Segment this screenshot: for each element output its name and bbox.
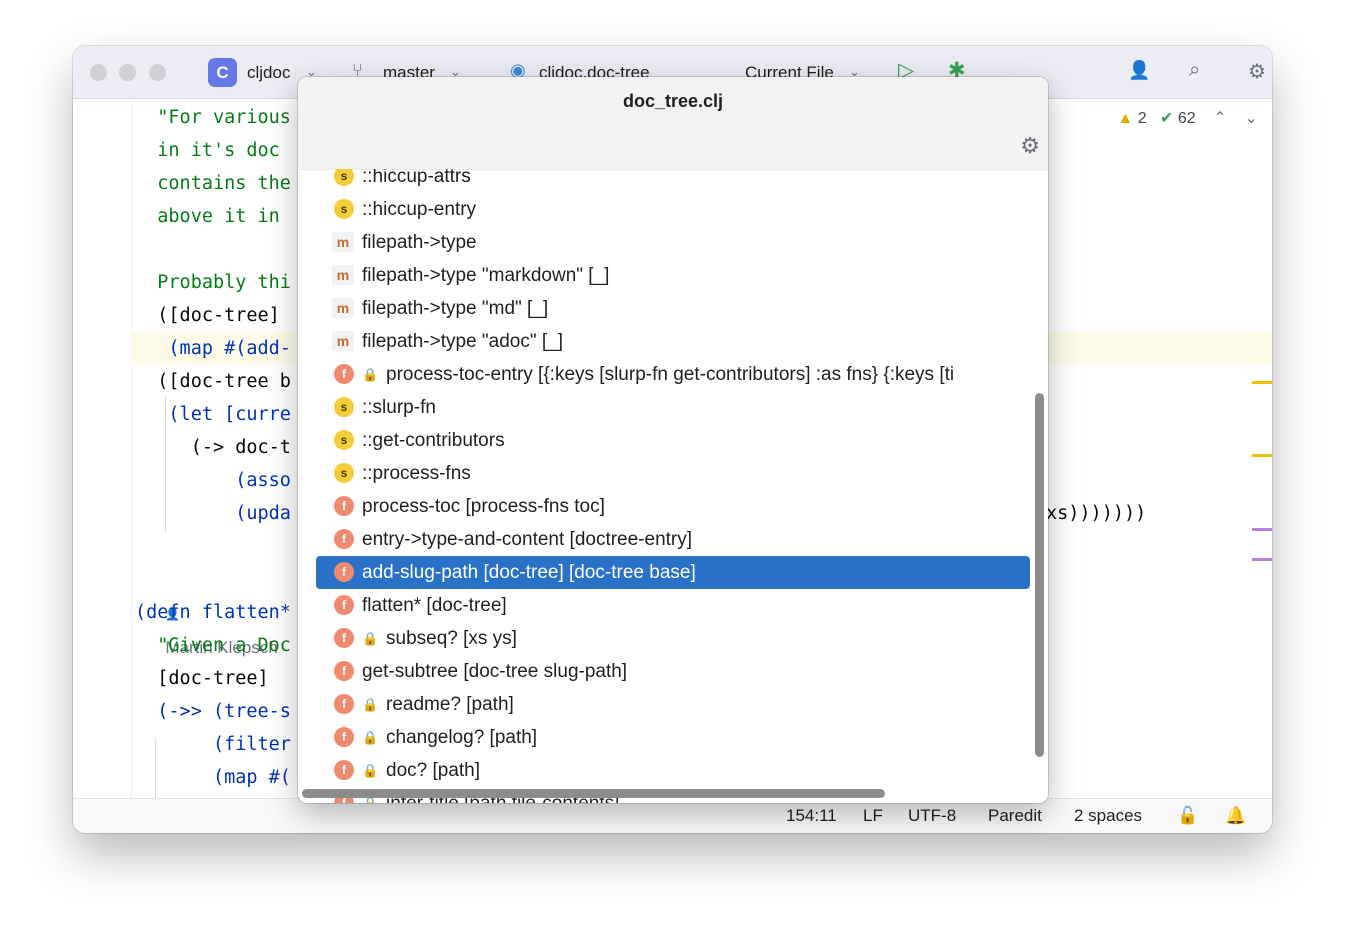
structure-item[interactable]: f entry->type-and-content [doctree-entry] (316, 523, 1030, 556)
structure-item-label: add-slug-path [doc-tree] [doc-tree base] (362, 562, 696, 583)
structure-item[interactable]: f 🔒 readme? [path] (316, 688, 1030, 721)
file-encoding[interactable]: UTF-8 (908, 806, 956, 826)
function-icon: f (334, 364, 354, 384)
function-icon: f (334, 595, 354, 615)
structure-item-label: doc? [path] (386, 760, 481, 781)
multimethod-icon: m (332, 298, 354, 318)
structure-item[interactable]: f 🔒 process-toc-entry [{:keys [slurp-fn ge… (316, 358, 1030, 391)
check-count: 62 (1177, 110, 1196, 127)
spec-icon: s (334, 397, 354, 417)
structure-item-label: ::process-fns (362, 463, 471, 484)
info-marker[interactable] (1252, 528, 1272, 531)
settings-icon[interactable]: ⚙ (1248, 59, 1266, 84)
function-icon: f (334, 760, 354, 780)
spec-icon: s (334, 169, 354, 186)
structure-item-label: ::hiccup-attrs (362, 169, 471, 187)
structure-item-label: get-subtree [doc-tree slug-path] (362, 661, 628, 682)
structure-item[interactable]: s::hiccup-attrs (316, 169, 1030, 193)
multimethod-icon: m (332, 265, 354, 285)
structure-item[interactable]: f 🔒 changelog? [path] (316, 721, 1030, 754)
function-icon: f (334, 562, 354, 582)
structure-item-label: filepath->type "md" [_] (362, 298, 549, 319)
lock-icon[interactable]: 🔓 (1177, 806, 1198, 826)
search-icon[interactable]: ⌕ (1189, 59, 1200, 82)
close-window-button[interactable] (90, 64, 107, 81)
multimethod-icon: m (332, 232, 354, 252)
add-user-icon[interactable]: 👤 (1128, 60, 1150, 81)
line-separator[interactable]: LF (863, 806, 883, 826)
multimethod-icon: m (332, 331, 354, 351)
popup-toolbar: ⚙ (298, 125, 1048, 170)
popup-title: doc_tree.clj (298, 77, 1048, 125)
function-icon: f (334, 496, 354, 516)
structure-item-label: changelog? [path] (386, 727, 538, 748)
spec-icon: s (334, 430, 354, 450)
warning-marker[interactable] (1252, 454, 1272, 457)
notifications-icon[interactable]: 🔔 (1225, 806, 1246, 826)
warning-count: 2 (1137, 110, 1147, 127)
private-lock-icon: 🔒 (362, 730, 379, 745)
info-marker[interactable] (1252, 558, 1272, 561)
structure-item[interactable]: f flatten* [doc-tree] (316, 589, 1030, 622)
structure-item[interactable]: s::process-fns (316, 457, 1030, 490)
structure-item[interactable]: m filepath->type "adoc" [_] (316, 325, 1030, 358)
check-icon: ✔ (1159, 110, 1174, 127)
structure-item[interactable]: f process-toc [process-fns toc] (316, 490, 1030, 523)
project-name[interactable]: cljdoc (247, 63, 290, 83)
function-icon: f (334, 694, 354, 714)
private-lock-icon: 🔒 (362, 763, 379, 778)
structure-item-label: filepath->type "adoc" [_] (362, 331, 563, 352)
warning-marker[interactable] (1252, 381, 1272, 384)
gear-icon[interactable]: ⚙ (1020, 133, 1040, 159)
structure-item[interactable]: s::slurp-fn (316, 391, 1030, 424)
warning-icon: ▲ (1117, 110, 1134, 127)
structure-item[interactable]: f add-slug-path [doc-tree] [doc-tree base… (316, 556, 1030, 589)
structure-item[interactable]: m filepath->type (316, 226, 1030, 259)
spec-icon: s (334, 463, 354, 483)
private-lock-icon: 🔒 (362, 631, 379, 646)
structure-item[interactable]: f 🔒 doc? [path] (316, 754, 1030, 787)
inspection-widget[interactable]: ▲ 2 ✔ 62 ⌃ ⌄ (1117, 108, 1258, 128)
structure-item-label: process-toc [process-fns toc] (362, 496, 605, 517)
code-line-tail: xs))))))) (1046, 503, 1147, 524)
private-lock-icon: 🔒 (362, 367, 379, 382)
structure-item[interactable]: s::get-contributors (316, 424, 1030, 457)
caret-position[interactable]: 154:11 (786, 806, 837, 826)
structure-item[interactable]: f get-subtree [doc-tree slug-path] (316, 655, 1030, 688)
next-highlight-icon[interactable]: ⌄ (1245, 110, 1258, 127)
function-icon: f (334, 661, 354, 681)
structure-item-label: flatten* [doc-tree] (362, 595, 507, 616)
structure-item-label: filepath->type "markdown" [_] (362, 265, 610, 286)
horizontal-scrollbar[interactable] (302, 789, 885, 798)
structure-item-label: ::get-contributors (362, 430, 505, 451)
file-structure-popup: doc_tree.clj ⚙ s::hiccup-attrs s::hiccup-… (298, 77, 1048, 803)
editing-mode[interactable]: Paredit (988, 806, 1042, 826)
status-bar: 154:11 LF UTF-8 Paredit 2 spaces 🔓 🔔 (73, 798, 1272, 833)
structure-item-label: process-toc-entry [{:keys [slurp-fn get-… (386, 364, 955, 385)
function-icon: f (334, 529, 354, 549)
function-icon: f (334, 628, 354, 648)
structure-item[interactable]: m filepath->type "md" [_] (316, 292, 1030, 325)
structure-item[interactable]: s::hiccup-entry (316, 193, 1030, 226)
structure-item-label: ::slurp-fn (362, 397, 436, 418)
private-lock-icon: 🔒 (362, 697, 379, 712)
zoom-window-button[interactable] (149, 64, 166, 81)
structure-item-label: readme? [path] (386, 694, 514, 715)
vertical-scrollbar[interactable] (1035, 393, 1044, 757)
structure-item[interactable]: m filepath->type "markdown" [_] (316, 259, 1030, 292)
structure-item[interactable]: f 🔒 subseq? [xs ys] (316, 622, 1030, 655)
structure-item-label: subseq? [xs ys] (386, 628, 517, 649)
previous-highlight-icon[interactable]: ⌃ (1213, 110, 1226, 127)
structure-list[interactable]: s::hiccup-attrs s::hiccup-entry m filepath-… (298, 169, 1048, 803)
minimize-window-button[interactable] (119, 64, 136, 81)
spec-icon: s (334, 199, 354, 219)
structure-item-label: entry->type-and-content [doctree-entry] (362, 529, 693, 550)
project-badge[interactable]: C (208, 58, 237, 87)
indent-setting[interactable]: 2 spaces (1074, 806, 1142, 826)
structure-item-label: filepath->type (362, 232, 477, 253)
function-icon: f (334, 727, 354, 747)
structure-item-label: ::hiccup-entry (362, 199, 477, 220)
